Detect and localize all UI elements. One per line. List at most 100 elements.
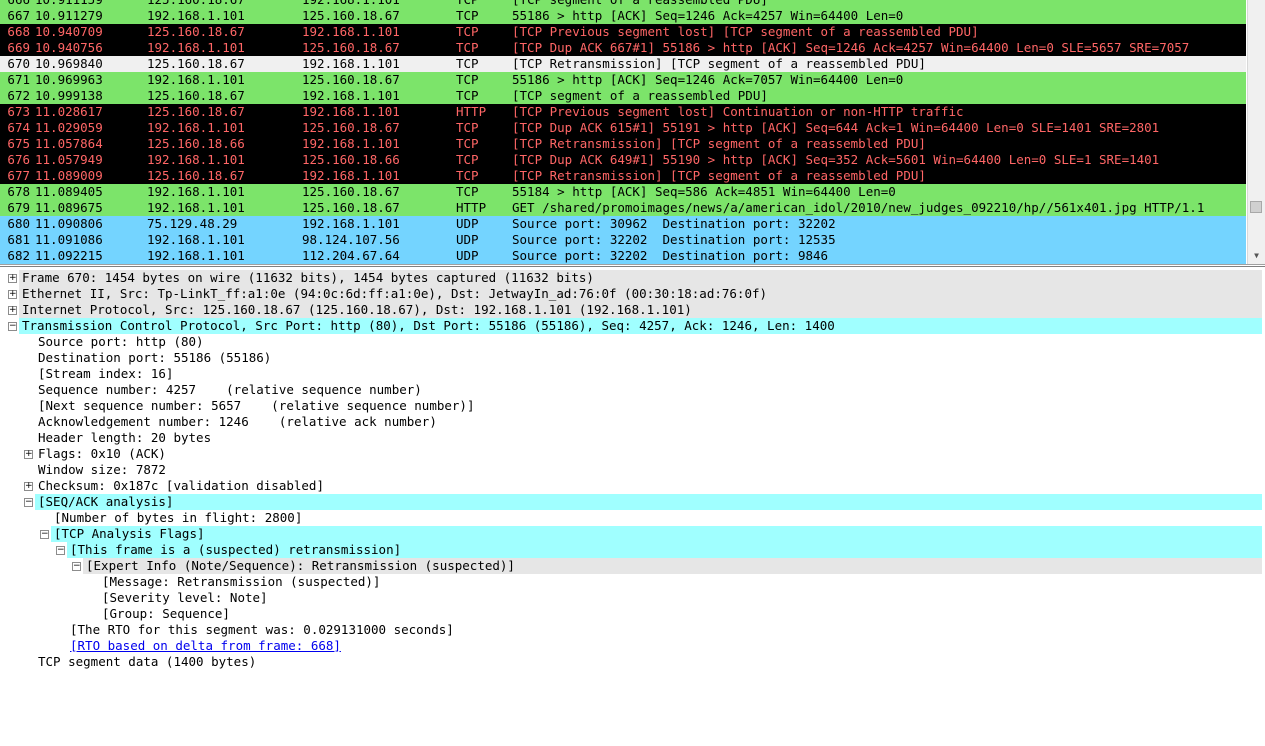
detail-expert-info[interactable]: [Expert Info (Note/Sequence): Retransmis… — [83, 558, 1262, 574]
detail-group[interactable]: [Group: Sequence] — [99, 606, 1262, 622]
packet-row[interactable]: 672 10.999138 125.160.18.67 192.168.1.101 TC… — [0, 88, 1246, 104]
detail-destination-port[interactable]: Destination port: 55186 (55186) — [35, 350, 1262, 366]
detail-tcp-analysis-flags[interactable]: [TCP Analysis Flags] — [51, 526, 1262, 542]
packet-source: 192.168.1.101 — [147, 8, 245, 23]
detail-tcp-summary[interactable]: Transmission Control Protocol, Src Port:… — [19, 318, 1262, 334]
packet-row[interactable]: 674 11.029059 192.168.1.101 125.160.18.67 TC… — [0, 120, 1246, 136]
packet-row[interactable]: 677 11.089009 125.160.18.67 192.168.1.101 TC… — [0, 168, 1246, 184]
packet-row[interactable]: 681 11.091086 192.168.1.101 98.124.107.56 UD… — [0, 232, 1246, 248]
detail-checksum[interactable]: Checksum: 0x187c [validation disabled] — [35, 478, 1262, 494]
packet-row[interactable]: 666 10.911159 125.160.18.67 192.168.1.101 TC… — [0, 0, 1246, 8]
packet-row[interactable]: 668 10.940709 125.160.18.67 192.168.1.101 TC… — [0, 24, 1246, 40]
packet-protocol: UDP — [456, 216, 479, 231]
detail-text: Internet Protocol, Src: 125.160.18.67 (1… — [22, 302, 692, 317]
detail-text: [Expert Info (Note/Sequence): Retransmis… — [86, 558, 515, 573]
packet-info: 55184 > http [ACK] Seq=586 Ack=4851 Win=… — [512, 184, 896, 199]
detail-next-sequence-number[interactable]: [Next sequence number: 5657 (relative se… — [35, 398, 1262, 414]
packet-time: 10.911159 — [35, 0, 103, 8]
detail-text: [Group: Sequence] — [102, 606, 230, 621]
detail-severity-level[interactable]: [Severity level: Note] — [99, 590, 1262, 606]
packet-number: 671 — [7, 72, 30, 87]
packet-number: 681 — [7, 232, 30, 247]
packet-time: 10.999138 — [35, 88, 103, 103]
detail-window-size[interactable]: Window size: 7872 — [35, 462, 1262, 478]
detail-seq-ack-analysis[interactable]: [SEQ/ACK analysis] — [35, 494, 1262, 510]
detail-ethernet-summary[interactable]: Ethernet II, Src: Tp-LinkT_ff:a1:0e (94:… — [19, 286, 1262, 302]
packet-info: GET /shared/promoimages/news/a/american_… — [512, 200, 1205, 215]
collapse-icon[interactable]: − — [72, 562, 81, 571]
packet-info: [TCP Retransmission] [TCP segment of a r… — [512, 56, 926, 71]
detail-stream-index[interactable]: [Stream index: 16] — [35, 366, 1262, 382]
packet-source: 125.160.18.67 — [147, 168, 245, 183]
packet-number: 668 — [7, 24, 30, 39]
collapse-icon[interactable]: − — [8, 322, 17, 331]
detail-source-port[interactable]: Source port: http (80) — [35, 334, 1262, 350]
detail-text: Frame 670: 1454 bytes on wire (11632 bit… — [22, 270, 594, 285]
packet-time: 10.969963 — [35, 72, 103, 87]
collapse-icon[interactable]: − — [56, 546, 65, 555]
detail-text: [This frame is a (suspected) retransmiss… — [70, 542, 402, 557]
packet-list[interactable]: 66610.911159125.160.18.67192.168.1.101TC… — [0, 0, 1265, 265]
packet-row[interactable]: 676 11.057949 192.168.1.101 125.160.18.66 TC… — [0, 152, 1246, 168]
packet-details-pane[interactable]: + Frame 670: 1454 bytes on wire (11632 bi… — [0, 266, 1265, 746]
packet-row[interactable]: 682 11.092215 192.168.1.101 112.204.67.64 UD… — [0, 248, 1246, 264]
detail-ip-summary[interactable]: Internet Protocol, Src: 125.160.18.67 (1… — [19, 302, 1262, 318]
packet-time: 11.091086 — [35, 232, 103, 247]
packet-row[interactable]: 678 11.089405 192.168.1.101 125.160.18.67 TC… — [0, 184, 1246, 200]
detail-text: TCP segment data (1400 bytes) — [38, 654, 257, 669]
detail-text: Sequence number: 4257 (relative sequence… — [38, 382, 422, 397]
packet-number: 682 — [7, 248, 30, 263]
detail-frame-summary[interactable]: Frame 670: 1454 bytes on wire (11632 bit… — [19, 270, 1262, 286]
packet-destination: 192.168.1.101 — [302, 88, 400, 103]
packet-row[interactable]: 673 11.028617 125.160.18.67 192.168.1.101 HT… — [0, 104, 1246, 120]
packet-destination: 192.168.1.101 — [302, 24, 400, 39]
expand-icon[interactable]: + — [24, 482, 33, 491]
detail-rto-delta-link[interactable]: [RTO based on delta from frame: 668] — [67, 638, 1262, 654]
expand-icon[interactable]: + — [8, 290, 17, 299]
detail-text[interactable]: [RTO based on delta from frame: 668] — [67, 638, 341, 653]
packet-source: 125.160.18.67 — [147, 0, 245, 8]
packet-row[interactable]: 667 10.911279 192.168.1.101 125.160.18.67 TC… — [0, 8, 1246, 24]
packet-row[interactable]: 680 11.090806 75.129.48.29 192.168.1.101 UDP… — [0, 216, 1246, 232]
packet-protocol: UDP — [456, 232, 479, 247]
expand-icon[interactable]: + — [8, 274, 17, 283]
packet-row[interactable]: 671 10.969963 192.168.1.101 125.160.18.67 TC… — [0, 72, 1246, 88]
packet-protocol: HTTP — [456, 200, 487, 215]
scroll-up-arrow-icon[interactable] — [1248, 0, 1265, 10]
detail-text: Destination port: 55186 (55186) — [38, 350, 272, 365]
detail-ack-number[interactable]: Acknowledgement number: 1246 (relative a… — [35, 414, 1262, 430]
packet-number: 678 — [7, 184, 30, 199]
packet-info: [TCP Dup ACK 615#1] 55191 > http [ACK] S… — [512, 120, 1160, 135]
detail-expert-message[interactable]: [Message: Retransmission (suspected)] — [99, 574, 1262, 590]
collapse-icon[interactable]: − — [24, 498, 33, 507]
expand-icon[interactable]: + — [8, 306, 17, 315]
detail-tcp-segment-data[interactable]: TCP segment data (1400 bytes) — [35, 654, 1262, 670]
detail-rto-value[interactable]: [The RTO for this segment was: 0.0291310… — [67, 622, 1262, 638]
detail-suspected-retransmission[interactable]: [This frame is a (suspected) retransmiss… — [67, 542, 1262, 558]
detail-flags[interactable]: Flags: 0x10 (ACK) — [35, 446, 1262, 462]
detail-sequence-number[interactable]: Sequence number: 4257 (relative sequence… — [35, 382, 1262, 398]
packet-source: 192.168.1.101 — [147, 120, 245, 135]
packet-row[interactable]: 669 10.940756 192.168.1.101 125.160.18.67 TC… — [0, 40, 1246, 56]
packet-time: 10.911279 — [35, 8, 103, 23]
packet-list-scrollbar[interactable]: ▼ — [1247, 0, 1265, 264]
scrollbar-thumb[interactable] — [1250, 201, 1262, 213]
packet-source: 125.160.18.66 — [147, 136, 245, 151]
packet-info: [TCP Previous segment lost] Continuation… — [512, 104, 964, 119]
packet-row[interactable]: 670 10.969840 125.160.18.67 192.168.1.101 TC… — [0, 56, 1246, 72]
packet-row[interactable]: 675 11.057864 125.160.18.66 192.168.1.101 TC… — [0, 136, 1246, 152]
packet-destination: 112.204.67.64 — [302, 248, 400, 263]
detail-header-length[interactable]: Header length: 20 bytes — [35, 430, 1262, 446]
packet-info: [TCP Retransmission] [TCP segment of a r… — [512, 136, 926, 151]
expand-icon[interactable]: + — [24, 450, 33, 459]
packet-source: 125.160.18.67 — [147, 56, 245, 71]
packet-destination: 125.160.18.67 — [302, 200, 400, 215]
collapse-icon[interactable]: − — [40, 530, 49, 539]
packet-source: 192.168.1.101 — [147, 184, 245, 199]
packet-row[interactable]: 679 11.089675 192.168.1.101 125.160.18.67 HT… — [0, 200, 1246, 216]
detail-text: Header length: 20 bytes — [38, 430, 212, 445]
packet-destination: 192.168.1.101 — [302, 136, 400, 151]
detail-bytes-in-flight[interactable]: [Number of bytes in flight: 2800] — [51, 510, 1262, 526]
scroll-down-arrow-icon[interactable]: ▼ — [1248, 248, 1265, 264]
packet-protocol: TCP — [456, 168, 479, 183]
